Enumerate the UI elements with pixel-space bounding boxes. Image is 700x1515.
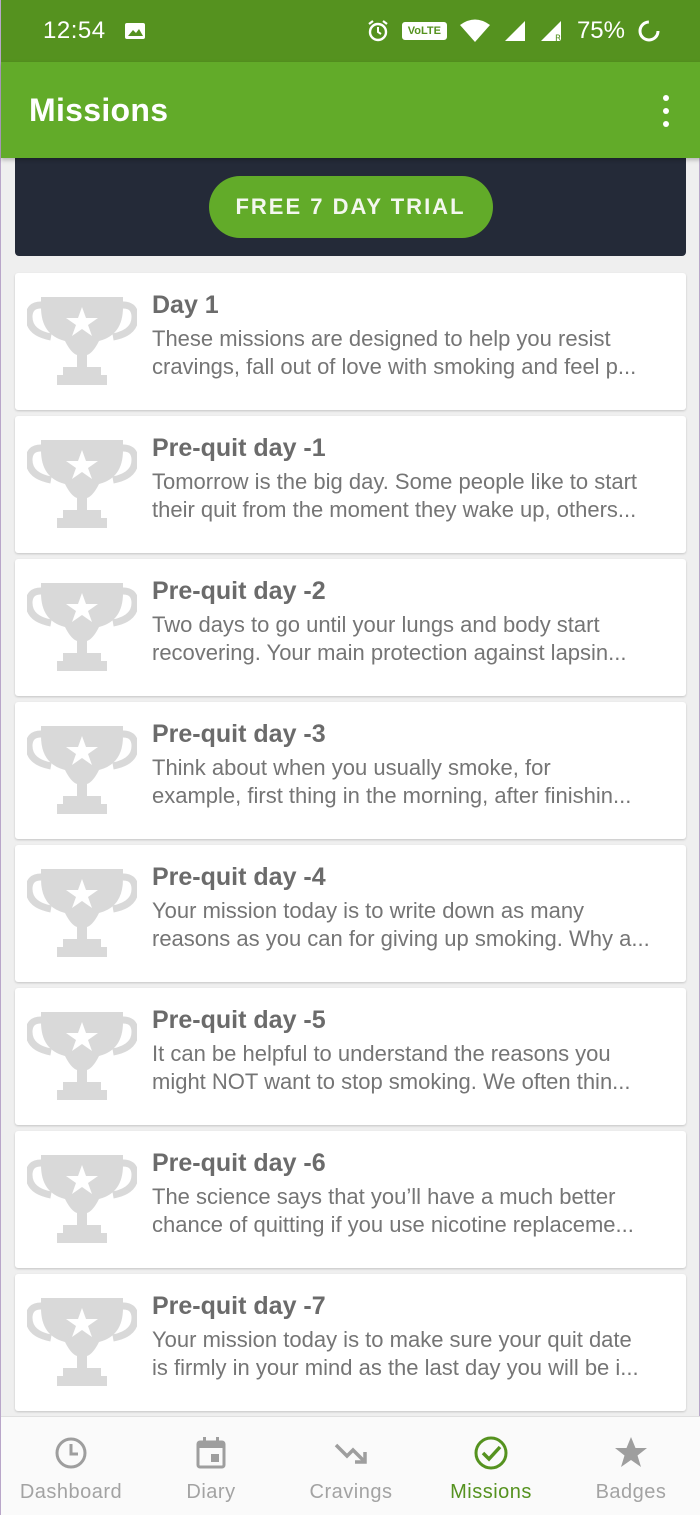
trophy-icon — [27, 297, 137, 385]
nav-item-cravings[interactable]: Cravings — [281, 1417, 421, 1515]
mission-title: Pre-quit day -3 — [152, 720, 326, 748]
mission-description: Two days to go until your lungs and body… — [152, 611, 682, 667]
trophy-icon — [27, 726, 137, 814]
nav-label: Dashboard — [19, 1481, 123, 1503]
mission-title: Pre-quit day -7 — [152, 1292, 326, 1320]
status-time: 12:54 — [43, 17, 106, 44]
mission-description-line: These missions are designed to help you … — [152, 326, 611, 351]
trophy-icon — [27, 1298, 137, 1386]
svg-text:R: R — [555, 34, 561, 43]
nav-label: Diary — [186, 1481, 236, 1503]
trend-down-icon — [334, 1443, 367, 1464]
mission-description-line: cravings, fall out of love with smoking … — [152, 354, 637, 379]
mission-title: Pre-quit day -1 — [152, 434, 326, 462]
mission-title: Pre-quit day -5 — [152, 1006, 326, 1034]
check-circle-icon — [474, 1436, 508, 1470]
trophy-icon — [27, 1155, 137, 1243]
mission-description-line: might NOT want to stop smoking. We often… — [152, 1069, 631, 1094]
nav-label: Missions — [450, 1481, 532, 1503]
star-icon — [615, 1437, 647, 1467]
page-title: Missions — [29, 91, 169, 128]
trophy-icon — [27, 1012, 137, 1100]
mission-description: Your mission today is to make sure your … — [152, 1326, 682, 1382]
mission-description-line: chance of quitting if you use nicotine r… — [152, 1212, 634, 1237]
mission-title: Pre-quit day -2 — [152, 577, 326, 605]
mission-title: Pre-quit day -4 — [152, 863, 326, 891]
mission-description-line: reasons as you can for giving up smoking… — [152, 926, 650, 951]
mission-card[interactable]: Pre-quit day -6 The science says that yo… — [15, 1131, 686, 1268]
mission-description-line: It can be helpful to understand the reas… — [152, 1041, 611, 1066]
battery-level: 75% — [576, 17, 625, 44]
trophy-icon — [27, 440, 137, 528]
mission-description: It can be helpful to understand the reas… — [152, 1040, 682, 1096]
mission-description: Your mission today is to write down as m… — [152, 897, 682, 953]
trophy-icon — [27, 869, 137, 957]
clock-icon — [55, 1437, 87, 1469]
mission-description-line: The science says that you’ll have a much… — [152, 1184, 616, 1209]
nav-item-dashboard[interactable]: Dashboard — [1, 1417, 141, 1515]
status-bar: 12:54 VoLTE R 75% — [1, 0, 700, 62]
mission-description-line: Your mission today is to make sure your … — [152, 1327, 632, 1352]
signal-roaming-icon: R — [540, 21, 561, 43]
mission-card[interactable]: Pre-quit day -4 Your mission today is to… — [15, 845, 686, 982]
trophy-icon — [27, 583, 137, 671]
trial-banner: FREE 7 DAY TRIAL — [15, 157, 686, 256]
image-icon — [124, 23, 145, 39]
mission-description: Tomorrow is the big day. Some people lik… — [152, 468, 682, 524]
app-bar: Missions — [1, 62, 700, 158]
mission-title: Day 1 — [152, 291, 219, 319]
mission-description-line: example, first thing in the morning, aft… — [152, 783, 632, 808]
alarm-icon — [368, 20, 388, 42]
nav-item-badges[interactable]: Badges — [561, 1417, 700, 1515]
status-indicators: VoLTE R 75% — [366, 0, 661, 62]
signal-icon — [504, 21, 525, 41]
mission-card[interactable]: Pre-quit day -5 It can be helpful to und… — [15, 988, 686, 1125]
mission-description-line: Think about when you usually smoke, for — [152, 755, 551, 780]
mission-description: These missions are designed to help you … — [152, 325, 682, 381]
mission-title: Pre-quit day -6 — [152, 1149, 326, 1177]
mission-description: Think about when you usually smoke, for … — [152, 754, 682, 810]
nav-label: Cravings — [309, 1481, 393, 1503]
mission-card[interactable]: Pre-quit day -3 Think about when you usu… — [15, 702, 686, 839]
mission-description-line: Your mission today is to write down as m… — [152, 898, 585, 923]
volte-badge: VoLTE — [401, 22, 447, 40]
mission-description-line: is firmly in your mind as the last day y… — [152, 1355, 639, 1380]
mission-card[interactable]: Pre-quit day -2 Two days to go until you… — [15, 559, 686, 696]
bottom-navigation: Dashboard Diary Cravings Missions Badges — [1, 1416, 700, 1515]
wifi-icon — [459, 19, 490, 42]
nav-label: Badges — [595, 1481, 667, 1503]
nav-item-missions[interactable]: Missions — [421, 1417, 561, 1515]
mission-card[interactable]: Pre-quit day -1 Tomorrow is the big day.… — [15, 416, 686, 553]
mission-list: Day 1 These missions are designed to hel… — [15, 273, 686, 1417]
mission-description-line: recovering. Your main protection against… — [152, 640, 627, 665]
nav-item-diary[interactable]: Diary — [141, 1417, 281, 1515]
mission-description-line: their quit from the moment they wake up,… — [152, 497, 637, 522]
mission-card[interactable]: Day 1 These missions are designed to hel… — [15, 273, 686, 410]
overflow-menu-icon[interactable] — [661, 95, 671, 127]
calendar-icon — [196, 1437, 226, 1469]
free-trial-button[interactable]: FREE 7 DAY TRIAL — [208, 175, 493, 238]
mission-description-line: Tomorrow is the big day. Some people lik… — [152, 469, 638, 494]
battery-ring-icon — [638, 20, 660, 42]
mission-description: The science says that you’ll have a much… — [152, 1183, 682, 1239]
mission-description-line: Two days to go until your lungs and body… — [152, 612, 600, 637]
mission-card[interactable]: Pre-quit day -7 Your mission today is to… — [15, 1274, 686, 1411]
